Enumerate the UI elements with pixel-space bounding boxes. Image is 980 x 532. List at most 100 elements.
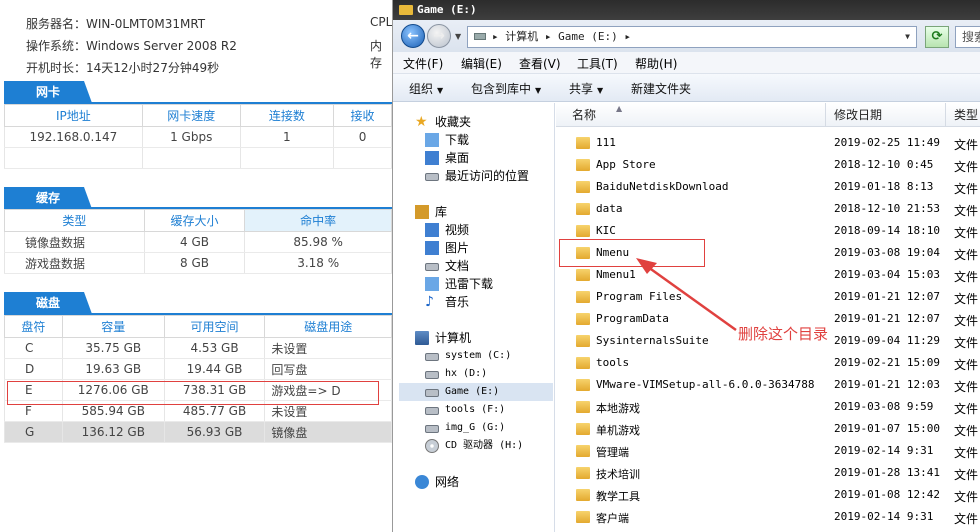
folder-icon (576, 445, 590, 457)
chevron-down-icon: ▼ (535, 86, 542, 95)
share-button[interactable]: 共享 ▼ (569, 80, 603, 97)
include-in-library-button[interactable]: 包含到库中 ▼ (471, 80, 541, 97)
nic-col-receive[interactable]: 接收 (333, 104, 392, 127)
nav-favorites[interactable]: ★ 收藏夹 (415, 113, 545, 131)
folder-icon (576, 467, 590, 479)
list-item[interactable]: App Store 2018-12-10 0:45 文件 (556, 154, 980, 176)
nav-drive-g[interactable]: img_G (G:) (425, 419, 545, 437)
nav-computer-label: 计算机 (435, 331, 472, 345)
list-item[interactable]: 本地游戏 2019-03-08 9:59 文件 (556, 396, 980, 418)
column-date-modified[interactable]: 修改日期 (826, 103, 946, 127)
cache-section-tab[interactable]: 缓存 (4, 187, 92, 209)
organize-label: 组织 (409, 82, 434, 96)
nav-drive-h[interactable]: CD 驱动器 (H:) (425, 437, 553, 455)
table-row[interactable]: D 19.63 GB 19.44 GB 回写盘 (4, 358, 392, 380)
nav-downloads[interactable]: 下载 (425, 131, 545, 149)
nav-drive-f[interactable]: tools (F:) (425, 401, 545, 419)
search-input[interactable]: 搜索 (955, 26, 980, 48)
list-item[interactable]: 教学工具 2019-01-08 12:42 文件 (556, 484, 980, 506)
nav-drive-e-selected[interactable]: Game (E:) (399, 383, 553, 401)
mem-label: 内存 (370, 39, 383, 70)
nav-recent[interactable]: 最近访问的位置 (425, 167, 553, 185)
nav-pictures[interactable]: 图片 (425, 239, 545, 257)
nic-col-ip[interactable]: IP地址 (4, 104, 143, 127)
table-row-selected[interactable]: G 136.12 GB 56.93 GB 镜像盘 (4, 421, 392, 443)
disk-col-capacity[interactable]: 容量 (61, 315, 165, 338)
video-icon (425, 223, 439, 237)
list-item[interactable]: Nmenu1 2019-03-04 15:03 文件 (556, 264, 980, 286)
disk-free: 19.44 GB (163, 358, 266, 380)
column-name[interactable]: ▲ 名称 (556, 103, 826, 127)
nav-videos[interactable]: 视频 (425, 221, 545, 239)
document-icon (425, 263, 439, 271)
table-row[interactable]: 192.168.0.147 1 Gbps 1 0 (4, 126, 392, 148)
table-row[interactable]: 镜像盘数据 4 GB 85.98 % (4, 231, 392, 253)
disk-section-tab[interactable]: 磁盘 (4, 292, 92, 314)
nav-drive-d[interactable]: hx (D:) (425, 365, 545, 383)
forward-button[interactable]: → (427, 24, 451, 48)
file-type: 文件 (954, 446, 979, 460)
menu-view[interactable]: 查看(V) (519, 55, 561, 72)
nav-drive-f-label: tools (F:) (445, 404, 506, 415)
list-item[interactable]: 技术培训 2019-01-28 13:41 文件 (556, 462, 980, 484)
folder-icon (576, 511, 590, 523)
cache-col-type[interactable]: 类型 (4, 209, 145, 232)
table-row[interactable]: C 35.75 GB 4.53 GB 未设置 (4, 337, 392, 359)
nic-section-tab[interactable]: 网卡 (4, 81, 92, 103)
annotation-text: 删除这个目录 (738, 325, 829, 343)
address-bar[interactable]: ▸ 计算机 ▸ Game (E:) ▸ ▼ (467, 26, 917, 48)
menu-file[interactable]: 文件(F) (403, 55, 443, 72)
drive-icon (474, 33, 486, 40)
disk-col-letter[interactable]: 盘符 (4, 315, 63, 338)
cache-col-hitrate[interactable]: 命中率 (244, 209, 392, 232)
nav-music[interactable]: ♪ 音乐 (425, 293, 545, 311)
chevron-down-icon[interactable]: ▼ (905, 27, 910, 47)
sort-up-icon: ▲ (616, 104, 623, 113)
organize-button[interactable]: 组织 ▼ (409, 80, 443, 97)
cache-col-size[interactable]: 缓存大小 (143, 209, 246, 232)
disk-col-usage[interactable]: 磁盘用途 (264, 315, 392, 338)
list-item[interactable]: BaiduNetdiskDownload 2019-01-18 8:13 文件 (556, 176, 980, 198)
menu-edit[interactable]: 编辑(E) (461, 55, 502, 72)
file-type: 文件 (954, 336, 979, 350)
cache-header-row: 类型 缓存大小 命中率 (4, 209, 392, 232)
chevron-down-icon: ▼ (437, 86, 444, 95)
list-item[interactable]: 客户端 2019-02-14 9:31 文件 (556, 506, 980, 528)
nav-documents[interactable]: 文档 (425, 257, 545, 275)
nav-network[interactable]: 网络 (415, 473, 545, 491)
nav-desktop[interactable]: 桌面 (425, 149, 545, 167)
disk-col-free[interactable]: 可用空间 (163, 315, 266, 338)
menu-tools[interactable]: 工具(T) (577, 55, 618, 72)
refresh-button[interactable]: ⟳ (925, 26, 949, 48)
list-item[interactable]: Program Files 2019-01-21 12:07 文件 (556, 286, 980, 308)
nav-drive-c-label: system (C:) (445, 350, 512, 361)
nav-libraries[interactable]: 库 (415, 203, 545, 221)
list-item[interactable]: tools 2019-02-21 15:09 文件 (556, 352, 980, 374)
file-name: SysinternalsSuite (596, 334, 709, 347)
new-folder-button[interactable]: 新建文件夹 (631, 80, 691, 97)
column-type[interactable]: 类型 (946, 103, 980, 127)
folder-icon (576, 379, 590, 391)
menu-help[interactable]: 帮助(H) (635, 55, 677, 72)
table-row[interactable]: 游戏盘数据 8 GB 3.18 % (4, 252, 392, 274)
nav-drive-c[interactable]: system (C:) (425, 347, 545, 365)
server-name-row: 服务器名：WIN-0LMT0M31MRT (26, 15, 205, 32)
file-name: tools (596, 356, 630, 369)
folder-icon (576, 291, 590, 303)
list-item[interactable]: VMware-VIMSetup-all-6.0.0-3634788 2019-01… (556, 374, 980, 396)
nav-thunder-downloads[interactable]: 迅雷下载 (425, 275, 545, 293)
nic-col-speed[interactable]: 网卡速度 (141, 104, 241, 127)
nic-col-connections[interactable]: 连接数 (239, 104, 335, 127)
recent-pages-dropdown[interactable]: ▼ (455, 32, 461, 41)
nav-computer[interactable]: 计算机 (415, 329, 545, 347)
cache-hitrate: 85.98 % (244, 231, 392, 253)
file-name: Nmenu1 (596, 268, 636, 281)
window-titlebar[interactable]: Game (E:) (393, 0, 980, 20)
list-item[interactable]: 111 2019-02-25 11:49 文件 (556, 132, 980, 154)
list-item[interactable]: data 2018-12-10 21:53 文件 (556, 198, 980, 220)
back-button[interactable]: ← (401, 24, 425, 48)
nic-connections: 1 (239, 126, 335, 148)
list-item[interactable]: 管理端 2019-02-14 9:31 文件 (556, 440, 980, 462)
list-item[interactable]: 单机游戏 2019-01-07 15:00 文件 (556, 418, 980, 440)
disk-letter: D (4, 358, 63, 380)
